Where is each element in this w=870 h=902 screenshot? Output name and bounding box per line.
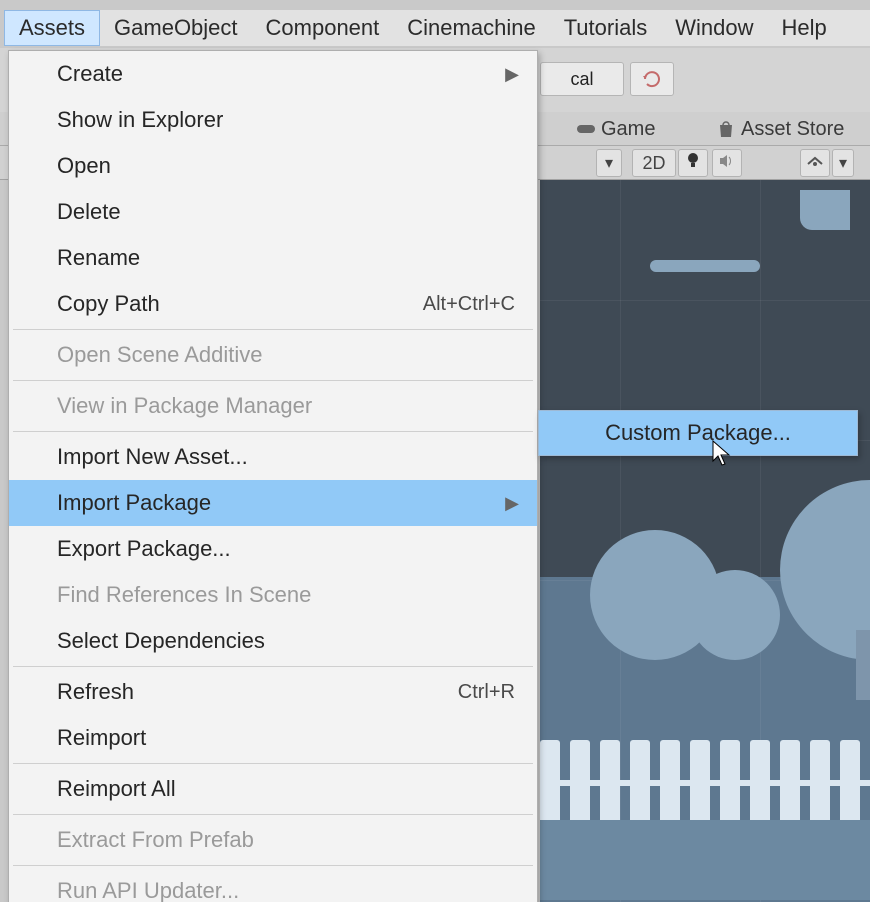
- menu-item-label: Select Dependencies: [57, 628, 265, 654]
- menu-cinemachine[interactable]: Cinemachine: [393, 11, 549, 45]
- scene-ground: [540, 820, 870, 900]
- menu-separator: [13, 865, 533, 866]
- menu-rename[interactable]: Rename: [9, 235, 537, 281]
- gizmo-icon: [806, 154, 824, 173]
- menu-shortcut: Alt+Ctrl+C: [423, 293, 515, 316]
- menubar: Assets GameObject Component Cinemachine …: [4, 10, 870, 46]
- menu-separator: [13, 814, 533, 815]
- scene-fence-rail: [540, 780, 870, 786]
- menu-import-package[interactable]: Import Package ▶: [9, 480, 537, 526]
- menu-item-label: Import Package: [57, 490, 211, 516]
- menu-open-scene-additive: Open Scene Additive: [9, 332, 537, 378]
- menu-item-label: Reimport: [57, 725, 146, 751]
- lightbulb-icon: [686, 152, 700, 175]
- menu-item-label: Import New Asset...: [57, 444, 248, 470]
- scene-bush: [690, 570, 780, 660]
- menu-export-package[interactable]: Export Package...: [9, 526, 537, 572]
- scene-viewport[interactable]: [540, 180, 870, 902]
- menu-item-label: Run API Updater...: [57, 878, 239, 902]
- gizmos-dropdown[interactable]: ▾: [832, 149, 854, 177]
- tab-game-label: Game: [601, 118, 655, 141]
- menu-assets[interactable]: Assets: [4, 10, 100, 46]
- menu-item-label: Copy Path: [57, 291, 160, 317]
- menu-separator: [13, 666, 533, 667]
- menu-extract-from-prefab: Extract From Prefab: [9, 817, 537, 863]
- menu-open[interactable]: Open: [9, 143, 537, 189]
- menu-refresh[interactable]: Refresh Ctrl+R: [9, 669, 537, 715]
- menu-item-label: Extract From Prefab: [57, 827, 254, 853]
- menu-create[interactable]: Create ▶: [9, 51, 537, 97]
- menu-item-label: Find References In Scene: [57, 582, 311, 608]
- tab-game[interactable]: Game: [565, 112, 667, 146]
- tab-asset-store[interactable]: Asset Store: [705, 112, 856, 146]
- menu-select-dependencies[interactable]: Select Dependencies: [9, 618, 537, 664]
- game-icon: [577, 120, 595, 138]
- menu-reimport[interactable]: Reimport: [9, 715, 537, 761]
- menu-component[interactable]: Component: [252, 11, 394, 45]
- chevron-down-icon: ▾: [605, 153, 613, 173]
- menu-help[interactable]: Help: [767, 11, 840, 45]
- submenu-custom-package[interactable]: Custom Package...: [539, 411, 857, 455]
- local-rotation-icon[interactable]: [630, 62, 674, 96]
- mode-2d-toggle[interactable]: 2D: [632, 149, 676, 177]
- menu-separator: [13, 763, 533, 764]
- menu-reimport-all[interactable]: Reimport All: [9, 766, 537, 812]
- import-package-submenu: Custom Package...: [538, 410, 858, 456]
- menu-separator: [13, 380, 533, 381]
- menu-item-label: Reimport All: [57, 776, 176, 802]
- menu-separator: [13, 431, 533, 432]
- menu-item-label: Create: [57, 61, 123, 87]
- scene-platform: [650, 260, 760, 272]
- tab-asset-store-label: Asset Store: [741, 118, 844, 141]
- menu-run-api-updater: Run API Updater...: [9, 868, 537, 902]
- scene-tree-trunk: [856, 630, 870, 700]
- gizmos-toggle[interactable]: [800, 149, 830, 177]
- menu-find-references: Find References In Scene: [9, 572, 537, 618]
- chevron-right-icon: ▶: [505, 64, 519, 85]
- menu-tutorials[interactable]: Tutorials: [550, 11, 662, 45]
- menu-shortcut: Ctrl+R: [458, 681, 515, 704]
- menu-window[interactable]: Window: [661, 11, 767, 45]
- menu-item-label: Custom Package...: [605, 420, 791, 446]
- menu-item-label: Rename: [57, 245, 140, 271]
- shopping-bag-icon: [717, 120, 735, 138]
- menu-item-label: Open Scene Additive: [57, 342, 262, 368]
- menu-item-label: Delete: [57, 199, 121, 225]
- menu-import-new-asset[interactable]: Import New Asset...: [9, 434, 537, 480]
- audio-toggle[interactable]: [712, 149, 742, 177]
- assets-dropdown: Create ▶ Show in Explorer Open Delete Re…: [8, 50, 538, 902]
- menu-item-label: Show in Explorer: [57, 107, 223, 133]
- menu-gameobject[interactable]: GameObject: [100, 11, 252, 45]
- menu-item-label: Open: [57, 153, 111, 179]
- menu-item-label: Refresh: [57, 679, 134, 705]
- menu-copy-path[interactable]: Copy Path Alt+Ctrl+C: [9, 281, 537, 327]
- menu-view-in-package-manager: View in Package Manager: [9, 383, 537, 429]
- menu-separator: [13, 329, 533, 330]
- chevron-down-icon: ▾: [839, 153, 847, 173]
- menu-item-label: View in Package Manager: [57, 393, 312, 419]
- menu-delete[interactable]: Delete: [9, 189, 537, 235]
- chevron-right-icon: ▶: [505, 493, 519, 514]
- lighting-toggle[interactable]: [678, 149, 708, 177]
- speaker-icon: [719, 154, 735, 173]
- scene-platform: [800, 190, 850, 230]
- menu-show-in-explorer[interactable]: Show in Explorer: [9, 97, 537, 143]
- shading-dropdown[interactable]: ▾: [596, 149, 622, 177]
- menu-item-label: Export Package...: [57, 536, 231, 562]
- pivot-toggle[interactable]: cal: [540, 62, 624, 96]
